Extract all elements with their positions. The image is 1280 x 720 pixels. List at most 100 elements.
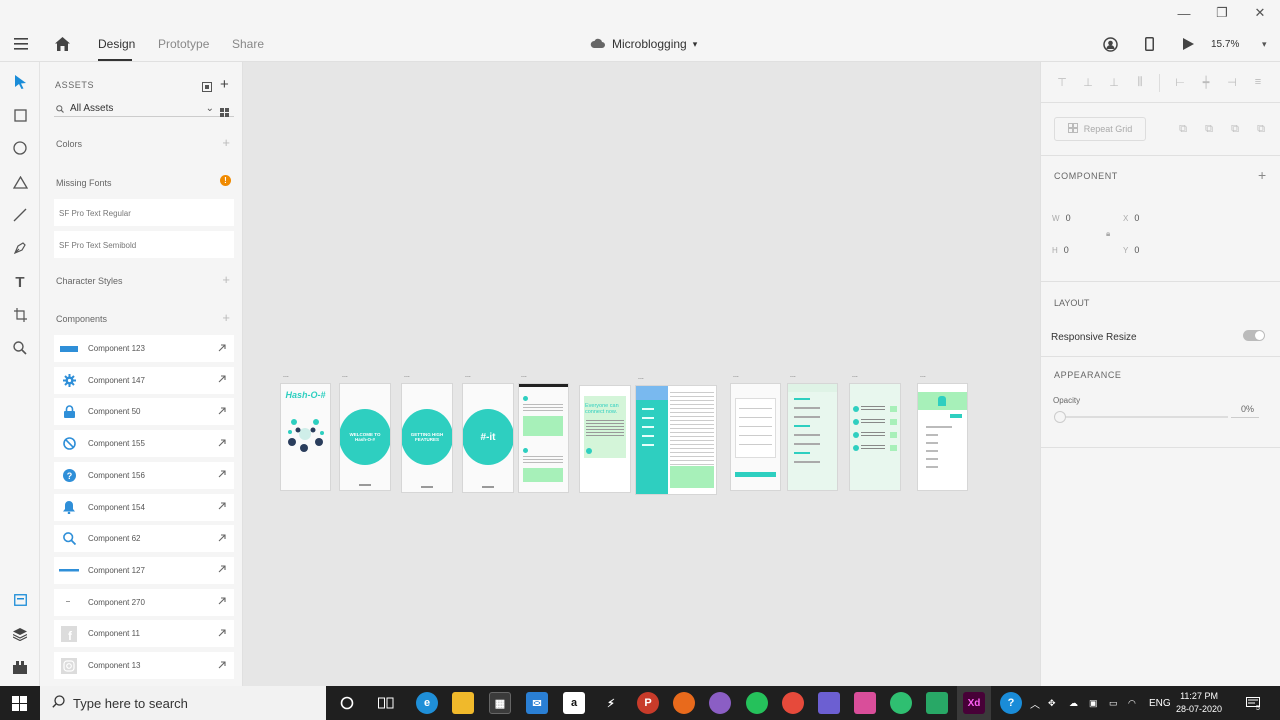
edit-main-component-icon[interactable] bbox=[218, 502, 226, 512]
artboard-circle[interactable]: WELCOME TO Hash-O-# bbox=[340, 384, 390, 490]
artboard-tool-icon[interactable] bbox=[8, 303, 32, 327]
artboard-label[interactable]: ... bbox=[733, 372, 739, 379]
pdf-app-icon[interactable]: P bbox=[637, 692, 659, 714]
help-icon[interactable]: ? bbox=[1000, 692, 1022, 714]
component-item[interactable]: Component 123 bbox=[54, 335, 234, 362]
creative-cloud-icon[interactable] bbox=[854, 692, 876, 714]
height-field[interactable]: H0 bbox=[1052, 245, 1069, 255]
device-preview-icon[interactable] bbox=[1145, 26, 1154, 62]
add-component-icon[interactable]: + bbox=[222, 310, 230, 325]
store-icon[interactable]: ▦ bbox=[489, 692, 511, 714]
adobe-xd-icon[interactable]: Xd bbox=[963, 692, 985, 714]
align-left-icon[interactable]: ⊢ bbox=[1173, 76, 1187, 90]
line-tool-icon[interactable] bbox=[8, 203, 32, 227]
asset-filter-dropdown[interactable]: All Assets ⌄ bbox=[54, 101, 234, 117]
firefox-icon[interactable] bbox=[673, 692, 695, 714]
edit-main-component-icon[interactable] bbox=[218, 534, 226, 544]
component-item[interactable]: Component 270 bbox=[54, 588, 234, 616]
artboard-people[interactable] bbox=[850, 384, 900, 490]
close-button[interactable]: ✕ bbox=[1241, 0, 1279, 26]
document-title-dropdown[interactable]: Microblogging ▾ bbox=[590, 26, 697, 62]
artboard-label[interactable]: ... bbox=[920, 372, 926, 379]
distribute-vertical-icon[interactable]: ⫼ bbox=[1133, 76, 1147, 90]
onedrive-icon[interactable]: ☁︎ bbox=[1069, 686, 1078, 720]
artboard-quote[interactable]: Everyone can connect now. bbox=[580, 386, 630, 492]
file-explorer-icon[interactable] bbox=[452, 692, 474, 714]
artboard-label[interactable]: ... bbox=[852, 372, 858, 379]
edit-main-component-icon[interactable] bbox=[218, 629, 226, 639]
select-arrow-icon[interactable] bbox=[8, 70, 32, 94]
align-center-icon[interactable]: ┿ bbox=[1199, 76, 1213, 90]
boolean-subtract-icon[interactable]: ⧉ bbox=[1202, 123, 1216, 137]
notification-app-icon[interactable]: ▣ bbox=[1089, 686, 1098, 720]
artboard-label[interactable]: ... bbox=[283, 372, 289, 379]
rectangle-tool-icon[interactable] bbox=[8, 103, 32, 127]
align-right-icon[interactable]: ⊣ bbox=[1225, 76, 1239, 90]
maximize-button[interactable]: ❐ bbox=[1203, 0, 1241, 26]
component-item[interactable]: Component 50 bbox=[54, 398, 234, 426]
artboard-circle[interactable]: #-it bbox=[463, 384, 513, 492]
distribute-horizontal-icon[interactable]: ≡ bbox=[1251, 76, 1265, 90]
component-item[interactable]: Component 62 bbox=[54, 525, 234, 553]
artboard-form[interactable] bbox=[731, 384, 780, 490]
github-icon[interactable] bbox=[709, 692, 731, 714]
sheets-icon[interactable] bbox=[926, 692, 948, 714]
user-profile-icon[interactable] bbox=[1103, 26, 1118, 62]
text-tool-icon[interactable]: T bbox=[8, 270, 32, 294]
edit-main-component-icon[interactable] bbox=[218, 597, 226, 607]
edge-browser-icon[interactable]: e bbox=[416, 692, 438, 714]
zoom-tool-icon[interactable] bbox=[8, 336, 32, 360]
opacity-slider-track[interactable] bbox=[1066, 416, 1228, 418]
artboard-profile[interactable] bbox=[918, 384, 967, 490]
edit-main-component-icon[interactable] bbox=[218, 343, 226, 354]
boolean-exclude-icon[interactable]: ⧉ bbox=[1254, 123, 1268, 137]
lightning-app-icon[interactable]: ⚡︎ bbox=[600, 692, 622, 714]
layers-icon[interactable] bbox=[8, 622, 32, 646]
opacity-slider-thumb[interactable] bbox=[1054, 411, 1066, 423]
home-icon[interactable] bbox=[55, 26, 70, 62]
chrome-icon[interactable] bbox=[782, 692, 804, 714]
minimize-button[interactable]: — bbox=[1165, 0, 1203, 26]
add-character-style-icon[interactable]: + bbox=[222, 272, 230, 287]
artboard-label[interactable]: ... bbox=[638, 374, 644, 381]
artboard-logo[interactable]: Hash-O-# bbox=[281, 384, 330, 490]
taskbar-search-box[interactable]: Type here to search bbox=[40, 686, 326, 720]
windows-start-icon[interactable] bbox=[12, 696, 27, 716]
battery-icon[interactable]: ▭ bbox=[1109, 686, 1118, 720]
x-field[interactable]: X0 bbox=[1123, 213, 1139, 223]
polygon-tool-icon[interactable] bbox=[8, 170, 32, 194]
component-item[interactable]: ? Component 156 bbox=[54, 461, 234, 489]
artboard-feed[interactable] bbox=[519, 384, 568, 492]
dropbox-icon[interactable]: ✥ bbox=[1048, 686, 1056, 720]
width-field[interactable]: W0 bbox=[1052, 213, 1071, 223]
wifi-icon[interactable]: ◠ bbox=[1128, 686, 1136, 720]
component-item[interactable]: Component 127 bbox=[54, 556, 234, 584]
grid-view-icon[interactable] bbox=[220, 104, 229, 122]
align-top-icon[interactable]: ⊤ bbox=[1055, 76, 1069, 90]
component-item[interactable]: Component 147 bbox=[54, 366, 234, 394]
repeat-grid-button[interactable]: Repeat Grid bbox=[1054, 117, 1146, 141]
design-canvas[interactable]: ... Hash-O-#... WELCOME TO Hash-O-#... GETT… bbox=[243, 62, 1040, 686]
document-assets-icon[interactable] bbox=[202, 79, 212, 97]
tab-design[interactable]: Design bbox=[98, 26, 135, 62]
zoom-chevron-icon[interactable]: ▾ bbox=[1262, 26, 1267, 62]
zoom-level[interactable]: 15.7% bbox=[1211, 26, 1239, 62]
artboard-circle[interactable]: GETTING HIGH FEATURES bbox=[402, 384, 452, 492]
tab-prototype[interactable]: Prototype bbox=[158, 26, 209, 62]
responsive-resize-toggle[interactable] bbox=[1243, 330, 1265, 341]
pen-tool-icon[interactable] bbox=[8, 236, 32, 260]
component-item[interactable]: Component 154 bbox=[54, 493, 234, 521]
android-studio-icon[interactable] bbox=[890, 692, 912, 714]
lock-aspect-icon[interactable]: 🔒︎ bbox=[1106, 229, 1110, 239]
boolean-add-icon[interactable]: ⧉ bbox=[1176, 123, 1190, 137]
add-component-state-icon[interactable]: + bbox=[1258, 167, 1266, 183]
tab-share[interactable]: Share bbox=[232, 26, 264, 62]
edit-main-component-icon[interactable] bbox=[218, 565, 226, 575]
artboard-label[interactable]: ... bbox=[404, 372, 410, 379]
action-center-icon[interactable]: 5 bbox=[1246, 686, 1260, 720]
show-hidden-icons[interactable]: ︿ bbox=[1030, 686, 1040, 720]
add-color-icon[interactable]: + bbox=[222, 135, 230, 150]
component-item[interactable]: f Component 11 bbox=[54, 620, 234, 648]
font-item[interactable]: SF Pro Text Semibold bbox=[54, 231, 234, 258]
align-bottom-icon[interactable]: ⊥ bbox=[1107, 76, 1121, 90]
